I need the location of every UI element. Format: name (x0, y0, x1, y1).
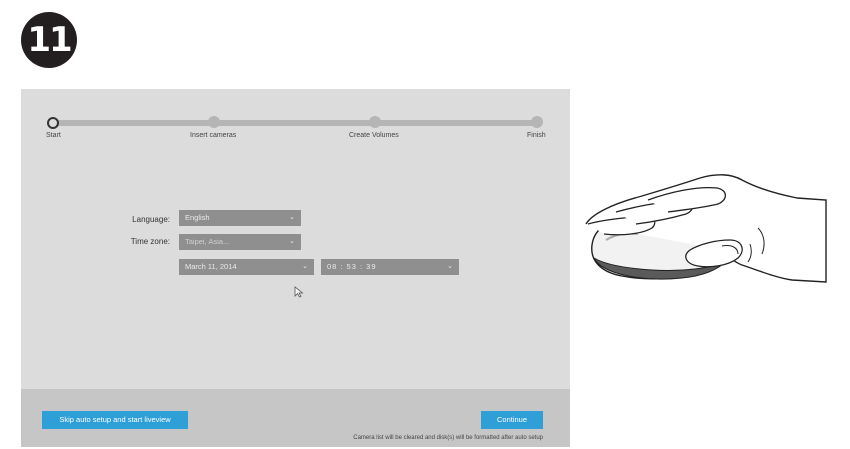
step-label-insert-cameras: Insert cameras (190, 132, 237, 139)
progress-track (52, 120, 538, 126)
time-select[interactable]: 08 : 53 : 39 ⌄ (321, 259, 459, 275)
language-select[interactable]: English ⌄ (179, 210, 301, 226)
cursor-icon (294, 286, 304, 298)
timezone-select[interactable]: Taipei, Asia... ⌄ (179, 234, 301, 250)
chevron-down-icon: ⌄ (447, 263, 453, 270)
setup-wizard-screen: Start Insert cameras Create Volumes Fini… (21, 89, 570, 447)
step-number-badge: 11 (21, 12, 77, 68)
wizard-footer: Skip auto setup and start liveview Conti… (21, 389, 570, 447)
skip-auto-setup-button[interactable]: Skip auto setup and start liveview (42, 411, 188, 429)
timezone-label: Time zone: (130, 237, 170, 246)
step-label-start: Start (46, 132, 61, 139)
step-label-finish: Finish (527, 132, 546, 139)
progress-node-start (47, 117, 59, 129)
timezone-value: Taipei, Asia... (185, 237, 230, 246)
format-warning-note: Camera list will be cleared and disk(s) … (353, 435, 543, 441)
language-value: English (185, 213, 210, 222)
chevron-down-icon: ⌄ (289, 214, 295, 221)
progress-node-create-volumes (369, 116, 381, 128)
hand-mouse-icon (585, 174, 827, 283)
step-label-create-volumes: Create Volumes (349, 132, 399, 139)
date-select[interactable]: March 11, 2014 ⌄ (179, 259, 314, 275)
time-value: 08 : 53 : 39 (327, 262, 377, 271)
chevron-down-icon: ⌄ (289, 238, 295, 245)
continue-button[interactable]: Continue (481, 411, 543, 429)
date-value: March 11, 2014 (185, 262, 237, 271)
chevron-down-icon: ⌄ (302, 263, 308, 270)
language-label: Language: (132, 215, 170, 224)
progress-node-finish (531, 116, 543, 128)
progress-node-insert-cameras (208, 116, 220, 128)
